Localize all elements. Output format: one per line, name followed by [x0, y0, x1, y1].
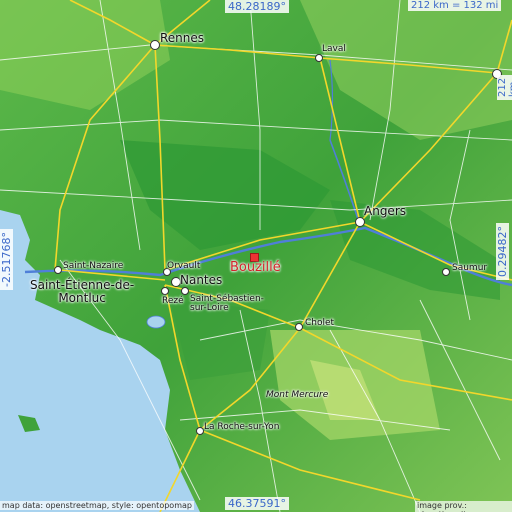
place-label-la-roche-sur-yon[interactable]: La Roche-sur-Yon [204, 422, 279, 432]
city-marker [355, 217, 365, 227]
place-label-saint-etienne-de-montluc[interactable]: Saint-Étienne-de- Montluc [30, 279, 134, 304]
map-attribution[interactable]: map data: openstreetmap, style: opentopo… [0, 501, 194, 510]
elevation-map[interactable]: Rennes Laval Angers Saumur Saint-Nazaire… [0, 0, 512, 512]
city-marker [150, 40, 160, 50]
place-label-laval[interactable]: Laval [322, 44, 346, 54]
image-provider-attribution[interactable]: image prov.: elevation.city [415, 501, 512, 512]
town-marker [54, 266, 62, 274]
horizontal-scale-label: 212 km = 132 mi [408, 0, 502, 11]
place-label-saint-nazaire[interactable]: Saint-Nazaire [63, 261, 123, 271]
place-label-saumur[interactable]: Saumur [452, 263, 487, 273]
place-label-saint-sebastien-sur-loire[interactable]: Saint-Sébastien- sur-Loire [190, 294, 264, 314]
top-latitude-label: 48.28189° [225, 0, 289, 13]
left-longitude-label: -2.51768° [0, 229, 13, 290]
place-label-nantes[interactable]: Nantes [180, 274, 222, 287]
town-marker [181, 287, 189, 295]
place-label-rennes[interactable]: Rennes [160, 32, 204, 45]
peak-label-mont-mercure[interactable]: Mont Mercure [266, 390, 328, 400]
place-label-reze[interactable]: Rezé [162, 296, 184, 306]
vertical-scale-label: 212 km = 132 mi [497, 74, 512, 100]
town-marker [295, 323, 303, 331]
right-longitude-label: 0.29482° [496, 223, 509, 280]
town-marker [442, 268, 450, 276]
town-marker [196, 427, 204, 435]
bottom-latitude-label: 46.37591° [225, 497, 289, 510]
place-label-angers[interactable]: Angers [364, 205, 406, 218]
town-marker [315, 54, 323, 62]
town-marker [161, 287, 169, 295]
place-label-orvault[interactable]: Orvault [167, 261, 200, 271]
place-label-cholet[interactable]: Cholet [305, 318, 334, 328]
target-place-label[interactable]: Bouzillé [230, 261, 281, 275]
lake [146, 315, 166, 329]
